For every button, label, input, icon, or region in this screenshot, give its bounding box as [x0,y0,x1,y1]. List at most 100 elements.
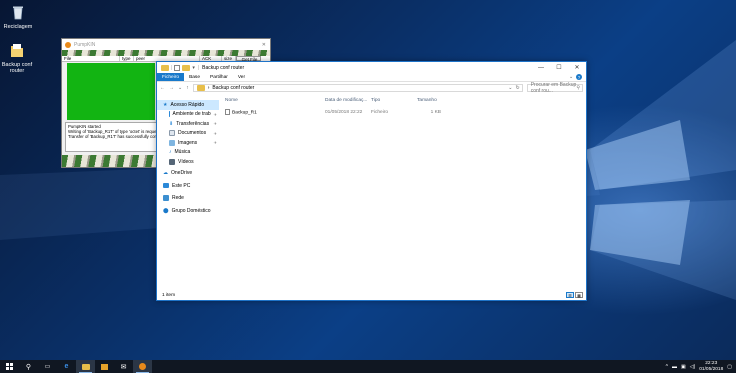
desktop-icon-backup-folder[interactable]: Backup conf router [0,42,39,74]
column-header-type[interactable]: Tipo [369,98,415,103]
file-size: 1 KB [430,110,441,115]
search-input[interactable]: Procurar em Backup conf rou... ⚲ [526,82,583,94]
pin-icon: ✈ [213,130,217,136]
tab-partilhar[interactable]: Partilhar [205,73,233,81]
status-bar: 1 item ☰ ▦ [157,290,586,300]
videos-icon [169,158,175,165]
desktop-icon-recycle-bin[interactable]: Reciclagem [0,4,36,30]
pumpkin-transfer-list[interactable] [67,63,155,120]
task-view-icon: ▭ [44,364,51,370]
nav-item-documentos[interactable]: Documentos ✈ [157,129,219,139]
file-name: Backup_R1 [232,110,257,116]
nav-item-imagens[interactable]: Imagens ✈ [157,138,219,148]
pumpkin-title: PumpKIN [74,41,96,48]
minimize-button[interactable]: — [532,62,550,73]
nav-label: Acesso Rápido [170,101,205,108]
explorer-titlebar[interactable]: | ▾ | Backup conf router — ☐ ✕ [157,62,586,73]
file-explorer-icon [81,363,90,370]
nav-item-grupo-domestico[interactable]: ⬤ Grupo Doméstico [157,206,219,216]
tab-ficheiro[interactable]: Ficheiro [157,73,185,81]
task-view-button[interactable]: ▭ [38,360,57,373]
nav-item-transferencias[interactable]: ⬇ Transferências ✈ [157,119,219,129]
pumpkin-titlebar[interactable]: PumpKIN ✕ [62,39,270,50]
onedrive-icon: ☁ [163,170,168,177]
tab-ver[interactable]: Ver [233,73,250,81]
nav-label: Imagens [178,139,198,146]
nav-label: Documentos [178,130,207,137]
show-hidden-icons-icon[interactable]: ^ [666,364,668,370]
file-type: Ficheiro [371,110,389,115]
qat-dropdown-icon[interactable]: ▾ [192,65,195,71]
this-pc-icon [163,183,169,189]
recent-locations-icon[interactable]: ⌄ [178,85,182,91]
large-icons-view-icon[interactable]: ▦ [575,292,583,298]
desktop-icon [169,111,170,118]
nav-label: Transferências [176,120,210,127]
nav-item-rede[interactable]: Rede [157,194,219,204]
nav-item-acesso-rapido[interactable]: ★ Acesso Rápido [157,100,219,110]
volume-icon[interactable]: ◁) [690,364,696,370]
expand-ribbon-icon[interactable]: ⌄ [569,75,573,80]
column-header-date[interactable]: Data de modificaç... [323,98,369,103]
column-header-name[interactable]: Nome [223,98,323,103]
close-button[interactable]: ✕ [568,62,586,73]
nav-label: Este PC [172,182,191,189]
details-view-icon[interactable]: ☰ [566,292,574,298]
nav-label: Grupo Doméstico [171,207,211,214]
address-bar[interactable]: › Backup conf router ⌄ ↻ [192,84,523,92]
new-folder-icon[interactable] [182,64,191,71]
nav-item-videos[interactable]: Vídeos [157,157,219,167]
nav-label: Música [174,149,191,156]
file-explorer-button[interactable] [76,360,95,373]
forward-icon[interactable]: → [169,85,174,91]
pumpkin-app-icon [65,41,71,48]
breadcrumb[interactable]: Backup conf router [212,85,254,91]
tab-base[interactable]: Base [184,73,205,81]
up-icon[interactable]: ↑ [186,85,189,91]
edge-icon: e [64,363,69,370]
nav-item-musica[interactable]: ♪ Música [157,148,219,158]
column-header[interactable]: type [120,56,134,61]
system-tray: ^ ▬ ▣ ◁) 22:23 01/05/2018 ▢ [666,361,736,372]
edge-button[interactable]: e [57,360,76,373]
ribbon-tabs: Ficheiro Base Partilhar Ver ⌄ ? [157,73,586,82]
folder-icon [196,85,205,91]
store-icon [101,363,108,370]
store-button[interactable] [95,360,114,373]
pictures-icon [169,139,175,146]
file-row[interactable]: Backup_R1 01/05/2018 22:22 Ficheiro 1 KB [223,108,586,117]
clock[interactable]: 22:23 01/05/2018 [699,361,723,372]
help-icon[interactable]: ? [576,74,582,80]
pumpkin-log: PumpKIN started Writing of 'Backup_R1T' … [65,122,159,152]
nav-item-ambiente-de-trabalho[interactable]: Ambiente de trab ✈ [157,110,219,120]
folder-icon [161,64,169,71]
column-header[interactable]: File [62,56,120,61]
action-center-icon[interactable]: ▢ [727,364,732,370]
close-icon[interactable]: ✕ [262,42,266,48]
maximize-button[interactable]: ☐ [550,62,568,73]
file-list-header: Nome Data de modificaç... Tipo Tamanho [223,96,586,105]
search-button[interactable]: ⚲ [19,360,38,373]
nav-item-onedrive[interactable]: ☁ OneDrive [157,169,219,179]
documents-icon [169,130,175,137]
nav-item-este-pc[interactable]: Este PC [157,181,219,191]
folder-icon [11,44,23,57]
refresh-icon[interactable]: ↻ [516,85,520,91]
start-button[interactable] [0,360,19,373]
mail-icon: ✉ [120,363,127,371]
desktop-icon-label: Backup conf router [1,62,33,74]
explorer-window[interactable]: | ▾ | Backup conf router — ☐ ✕ Ficheiro … [156,61,587,301]
file-date: 01/05/2018 22:22 [325,110,363,115]
pumpkin-taskbar-button[interactable] [133,360,152,373]
pumpkin-icon [139,363,146,370]
properties-icon[interactable] [174,64,181,71]
navigation-pane: ★ Acesso Rápido Ambiente de trab ✈ ⬇ Tra… [157,96,219,290]
column-header-size[interactable]: Tamanho [415,98,455,103]
file-icon [225,109,230,116]
mail-button[interactable]: ✉ [114,360,133,373]
power-icon[interactable]: ▬ [672,364,677,370]
network-icon[interactable]: ▣ [681,364,686,370]
address-dropdown-icon[interactable]: ⌄ [508,85,512,91]
breadcrumb-separator-icon: › [207,85,210,91]
back-icon[interactable]: ← [160,85,165,91]
